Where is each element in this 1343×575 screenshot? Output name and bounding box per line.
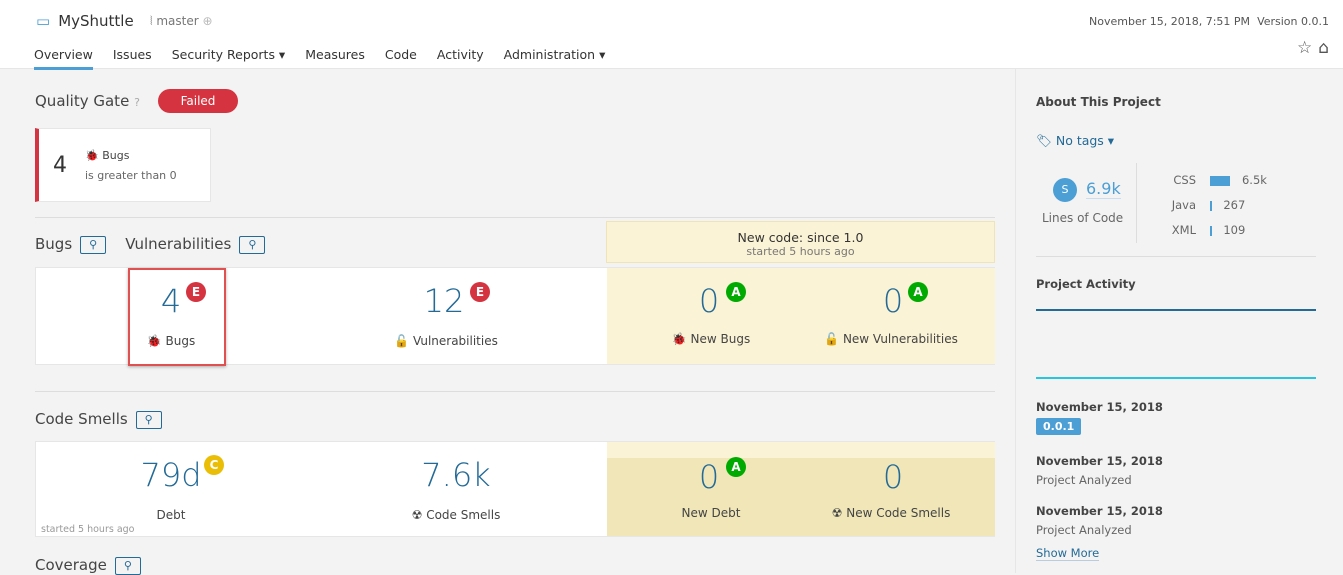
- tab-activity[interactable]: Activity: [437, 47, 484, 70]
- size-badge: S: [1053, 178, 1077, 202]
- bugs-rating: E: [186, 282, 206, 302]
- project-title[interactable]: ▭ MyShuttle: [36, 12, 134, 30]
- show-more-link[interactable]: Show More: [1036, 546, 1100, 561]
- version-badge: 0.0.1: [1036, 418, 1082, 435]
- tab-overview[interactable]: Overview: [34, 47, 93, 70]
- tab-issues[interactable]: Issues: [113, 47, 152, 70]
- language-row: CSS 6.5k: [1173, 173, 1267, 187]
- sidebar: About This Project 🏷 No tags ▾ S 6.9k Li…: [1015, 69, 1343, 573]
- language-row: Java 267: [1171, 198, 1246, 212]
- loc-value[interactable]: 6.9k: [1086, 179, 1121, 199]
- coverage-search-button[interactable]: ⚲: [114, 556, 141, 575]
- bugs-vulns-panel: 4 E 🐞 Bugs 12 E 🔓 Vulnerabilities 0 A 🐞 …: [35, 267, 995, 366]
- quality-gate-title: Quality Gate ?: [35, 92, 140, 110]
- tab-administration[interactable]: Administration ▾: [504, 47, 606, 70]
- bug-icon: 🐞: [85, 149, 99, 162]
- smells-search-button[interactable]: ⚲: [135, 410, 162, 429]
- status-badge: Failed: [158, 89, 238, 113]
- gate-condition[interactable]: 4 🐞 Bugs is greater than 0: [35, 128, 211, 202]
- language-bar: [1209, 175, 1231, 186]
- tab-security-reports[interactable]: Security Reports ▾: [172, 47, 286, 70]
- new-code-header: New code: since 1.0 started 5 hours ago: [606, 221, 995, 263]
- home-icon[interactable]: ⌂: [1318, 38, 1329, 58]
- star-icon[interactable]: ☆: [1297, 38, 1312, 58]
- vulns-search-button[interactable]: ⚲: [239, 235, 266, 254]
- help-icon[interactable]: ?: [134, 96, 140, 109]
- analysis-meta: November 15, 2018, 7:51 PM Version 0.0.1: [1089, 15, 1329, 28]
- project-icon: ▭: [36, 12, 51, 30]
- main-nav: Overview Issues Security Reports ▾ Measu…: [34, 47, 605, 70]
- bugs-search-button[interactable]: ⚲: [80, 235, 107, 254]
- lock-icon: 🔓: [394, 334, 410, 348]
- tab-measures[interactable]: Measures: [305, 47, 365, 70]
- top-bar: ▭ MyShuttle ⦚ master ⊕ November 15, 2018,…: [0, 0, 1343, 70]
- add-icon[interactable]: ⊕: [202, 14, 212, 28]
- branch[interactable]: ⦚ master ⊕: [150, 14, 213, 29]
- tags-dropdown[interactable]: 🏷 No tags ▾: [1036, 133, 1114, 149]
- tab-code[interactable]: Code: [385, 47, 417, 70]
- language-bar: [1209, 200, 1212, 211]
- language-bar: [1209, 225, 1212, 236]
- code-smells-panel: 79d C Debt started 5 hours ago 7.6k ☢ Co…: [35, 441, 995, 537]
- vulns-rating: E: [470, 282, 490, 302]
- language-row: XML 109: [1171, 223, 1246, 237]
